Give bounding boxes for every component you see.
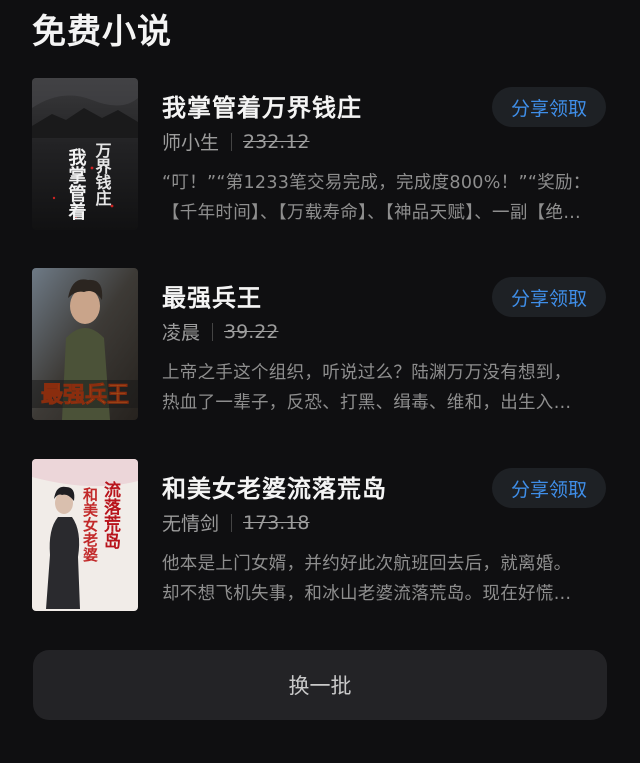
desc-line: 上帝之手这个组织，听说过么？陆渊万万没有想到， bbox=[162, 363, 572, 383]
cover-title-text: 流落荒岛 bbox=[100, 480, 122, 550]
meta-divider bbox=[231, 513, 233, 532]
book-author: 师小生 bbox=[162, 132, 220, 154]
book-title[interactable]: 和美女老婆流落荒岛 bbox=[162, 469, 387, 504]
book-meta: 师小生 232.12 bbox=[162, 128, 310, 155]
book-description: 他本是上门女婿，并约好此次航班回去后，就离婚。 却不想飞机失事，和冰山老婆流落荒… bbox=[162, 549, 608, 609]
refresh-batch-button[interactable]: 换一批 bbox=[33, 650, 607, 720]
share-claim-button[interactable]: 分享领取 bbox=[492, 277, 606, 317]
cover-title-text: 我掌管着 bbox=[66, 148, 88, 221]
book-price: 232.12 bbox=[243, 130, 310, 153]
desc-line: 热血了一辈子，反恐、打黑、缉毒、维和，出生入… bbox=[162, 393, 572, 413]
book-author: 无情剑 bbox=[162, 513, 220, 535]
desc-line: 【千年时间】、【万载寿命】、【神品天赋】、一副【绝… bbox=[162, 203, 582, 223]
meta-divider bbox=[212, 322, 214, 341]
cover-subtitle-text: 和美女老婆 bbox=[81, 487, 99, 563]
book-cover[interactable]: 我掌管着 万界钱庄 bbox=[32, 78, 138, 230]
section-title: 免费小说 bbox=[32, 12, 172, 52]
book-description: “叮！”“第1233笔交易完成，完成度800%！”“奖励： 【千年时间】、【万载… bbox=[162, 168, 608, 228]
desc-line: “叮！”“第1233笔交易完成，完成度800%！”“奖励： bbox=[162, 173, 591, 193]
desc-line: 却不想飞机失事，和冰山老婆流落荒岛。现在好慌… bbox=[162, 584, 572, 604]
book-title[interactable]: 最强兵王 bbox=[162, 278, 262, 313]
book-item[interactable]: 最强兵王 最强兵王 凌晨 39.22 上帝之手这个组织，听说过么？陆渊万万没有想… bbox=[0, 268, 640, 424]
share-claim-button[interactable]: 分享领取 bbox=[492, 87, 606, 127]
book-price: 173.18 bbox=[243, 511, 310, 534]
cover-title-text: 最强兵王 bbox=[41, 382, 129, 408]
cover-subtitle-text: 万界钱庄 bbox=[93, 142, 113, 207]
book-item[interactable]: 流落荒岛 和美女老婆 和美女老婆流落荒岛 无情剑 173.18 他本是上门女婿，… bbox=[0, 459, 640, 615]
book-cover[interactable]: 最强兵王 bbox=[32, 268, 138, 420]
book-author: 凌晨 bbox=[162, 322, 201, 344]
book-price: 39.22 bbox=[224, 320, 279, 343]
share-claim-button[interactable]: 分享领取 bbox=[492, 468, 606, 508]
meta-divider bbox=[231, 132, 233, 151]
book-item[interactable]: 我掌管着 万界钱庄 我掌管着万界钱庄 师小生 232.12 “叮！”“第1233… bbox=[0, 78, 640, 234]
book-cover[interactable]: 流落荒岛 和美女老婆 bbox=[32, 459, 138, 611]
book-meta: 无情剑 173.18 bbox=[162, 509, 310, 536]
desc-line: 他本是上门女婿，并约好此次航班回去后，就离婚。 bbox=[162, 554, 572, 574]
book-meta: 凌晨 39.22 bbox=[162, 318, 278, 345]
book-title[interactable]: 我掌管着万界钱庄 bbox=[162, 88, 362, 123]
book-description: 上帝之手这个组织，听说过么？陆渊万万没有想到， 热血了一辈子，反恐、打黑、缉毒、… bbox=[162, 358, 608, 418]
